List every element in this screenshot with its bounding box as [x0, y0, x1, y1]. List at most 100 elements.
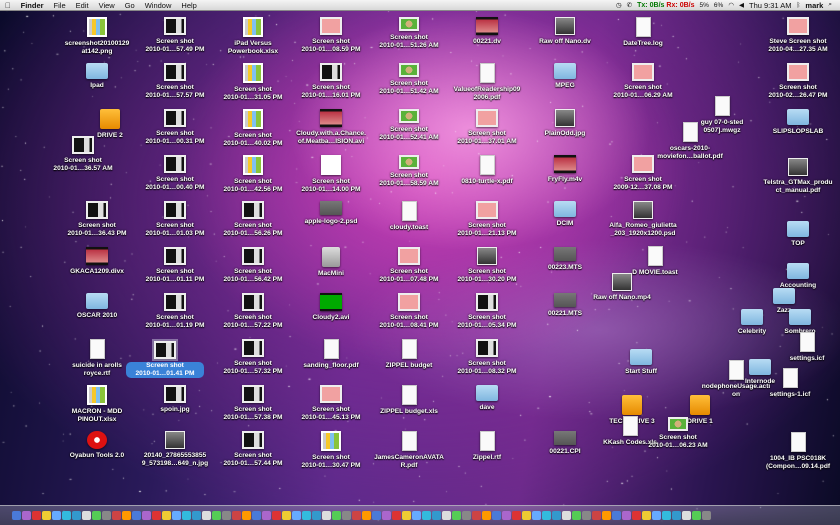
menu-window[interactable]: Window	[140, 1, 177, 10]
dock-app-icon[interactable]	[172, 511, 181, 520]
desktop-item[interactable]: DateTree.log	[604, 17, 682, 48]
desktop-item[interactable]: JamesCameronAVATA R.pdf	[370, 431, 448, 470]
dock-app-icon[interactable]	[622, 511, 631, 520]
dock-app-icon[interactable]	[322, 511, 331, 520]
dock-app-icon[interactable]	[422, 511, 431, 520]
dock-app-icon[interactable]	[222, 511, 231, 520]
desktop-item[interactable]: MACRON - MDD PINOUT.xlsx	[58, 385, 136, 424]
desktop-item[interactable]: Screen shot 2010-01…56.26 PM	[214, 201, 292, 238]
dock-app-icon[interactable]	[302, 511, 311, 520]
menu-file[interactable]: File	[49, 1, 71, 10]
desktop-item[interactable]: Screen shot 2010-01…45.13 PM	[292, 385, 370, 422]
desktop-item[interactable]: Alfa_Romeo_giulietta _203_1920x1200.psd	[604, 201, 682, 238]
desktop-item[interactable]: 20140_27865553855 9_573198…649_n.jpg	[136, 431, 214, 468]
desktop-item[interactable]: Zippel.rtf	[448, 431, 526, 462]
desktop-item[interactable]: Accounting	[759, 263, 837, 290]
dock-app-icon[interactable]	[62, 511, 71, 520]
dock-app-icon[interactable]	[92, 511, 101, 520]
dock-app-icon[interactable]	[52, 511, 61, 520]
dock-app-icon[interactable]	[612, 511, 621, 520]
desktop-item[interactable]: Screen shot 2010-01…31.05 PM	[214, 63, 292, 102]
desktop-item[interactable]: Screen shot 2010-01…37.01 AM	[448, 109, 526, 146]
desktop-item[interactable]: Screen shot 2010-01…56.42 PM	[214, 247, 292, 284]
dock-app-icon[interactable]	[142, 511, 151, 520]
desktop-item[interactable]: Screen shot 2010-01…01.11 PM	[136, 247, 214, 284]
menu-view[interactable]: View	[94, 1, 120, 10]
desktop-item[interactable]: Raw off Nano.dv	[526, 17, 604, 46]
desktop-item[interactable]: Screen shot 2010-01…57.57 PM	[136, 63, 214, 100]
desktop-item[interactable]: ZIPPEL budget.xls	[370, 385, 448, 416]
dock-app-icon[interactable]	[572, 511, 581, 520]
desktop-item[interactable]: settings-1.icf	[751, 368, 829, 399]
desktop-item[interactable]: Screen shot 2010-01…36.43 PM	[58, 201, 136, 238]
desktop-item[interactable]: Screen shot 2010-01…05.34 PM	[448, 293, 526, 330]
dock-app-icon[interactable]	[152, 511, 161, 520]
dock-app-icon[interactable]	[662, 511, 671, 520]
desktop-item[interactable]: Screen shot 2010-01…01.19 PM	[136, 293, 214, 330]
dock-app-icon[interactable]	[212, 511, 221, 520]
bluetooth-icon[interactable]: ᛒ	[797, 2, 801, 9]
dock-app-icon[interactable]	[182, 511, 191, 520]
desktop-item[interactable]: Screen shot 2010-01…06.29 AM	[604, 63, 682, 100]
dock-app-icon[interactable]	[562, 511, 571, 520]
desktop-item[interactable]: Screen shot 2010-01…57.32 PM	[214, 339, 292, 376]
dock-app-icon[interactable]	[462, 511, 471, 520]
dock-app-icon[interactable]	[532, 511, 541, 520]
menu-help[interactable]: Help	[176, 1, 201, 10]
dock-app-icon[interactable]	[292, 511, 301, 520]
user-menu[interactable]: mark	[805, 1, 823, 10]
phone-icon[interactable]: ✆	[627, 1, 632, 9]
desktop-item[interactable]: Screen shot 2010-01…30.20 PM	[448, 247, 526, 284]
wifi-icon[interactable]: ◠	[728, 1, 734, 9]
dock-app-icon[interactable]	[642, 511, 651, 520]
dock-app-icon[interactable]	[682, 511, 691, 520]
volume-icon[interactable]: ◀	[739, 1, 744, 9]
dock-app-icon[interactable]	[412, 511, 421, 520]
desktop-item[interactable]: Screen shot 2010-01…21.13 PM	[448, 201, 526, 238]
desktop-item[interactable]: Start Stuff	[602, 349, 680, 376]
dock-app-icon[interactable]	[132, 511, 141, 520]
menu-edit[interactable]: Edit	[71, 1, 94, 10]
dock-app-icon[interactable]	[282, 511, 291, 520]
dock-app-icon[interactable]	[352, 511, 361, 520]
dock-app-icon[interactable]	[502, 511, 511, 520]
desktop-item[interactable]: Cloudy2.avi	[292, 293, 370, 322]
clock[interactable]: Thu 9:31 AM	[749, 1, 792, 10]
desktop-item[interactable]: OSCAR 2010	[58, 293, 136, 320]
desktop-item[interactable]: Screen shot 2010-01…57.49 PM	[136, 17, 214, 54]
dock-app-icon[interactable]	[272, 511, 281, 520]
dock-app-icon[interactable]	[542, 511, 551, 520]
dock-app-icon[interactable]	[202, 511, 211, 520]
desktop-item[interactable]: dave	[448, 385, 526, 412]
dock-app-icon[interactable]	[72, 511, 81, 520]
dock-app-icon[interactable]	[492, 511, 501, 520]
dock-app-icon[interactable]	[122, 511, 131, 520]
dock-app-icon[interactable]	[672, 511, 681, 520]
desktop-item[interactable]: FryFly.m4v	[526, 155, 604, 184]
dock-app-icon[interactable]	[332, 511, 341, 520]
desktop-item[interactable]: Screen shot 2010-01…30.47 PM	[292, 431, 370, 470]
desktop-item[interactable]: cloudy.toast	[370, 201, 448, 232]
spotlight-search-icon[interactable]: ⌕	[828, 1, 832, 9]
desktop-item[interactable]: suicide in arolls royce.rtf	[58, 339, 136, 378]
dock-app-icon[interactable]	[482, 511, 491, 520]
desktop-item[interactable]: oscars-2010- moviefon…ballot.pdf	[651, 122, 729, 161]
desktop-item[interactable]: Cloudy.with.a.Chance. of.Meatba…ISION.av…	[292, 109, 370, 146]
dock-app-icon[interactable]	[512, 511, 521, 520]
desktop-item[interactable]: Screen shot 2010-01…01.41 PM	[126, 339, 204, 378]
desktop-item[interactable]: Screen shot 2010-01…08.59 PM	[292, 17, 370, 54]
dock-app-icon[interactable]	[552, 511, 561, 520]
desktop-item[interactable]: Steve Screen shot 2010-04…27.35 AM	[759, 17, 837, 54]
dock-app-icon[interactable]	[632, 511, 641, 520]
dock-app-icon[interactable]	[602, 511, 611, 520]
desktop-item[interactable]: MPEG	[526, 63, 604, 90]
dock-app-icon[interactable]	[452, 511, 461, 520]
apple-menu-icon[interactable]: 	[0, 1, 16, 10]
desktop-item[interactable]: Raw off Nano.mp4	[583, 273, 661, 302]
desktop-item[interactable]: 1004_IB PSC018K (Compon…09.14.pdf	[759, 432, 837, 471]
dock-app-icon[interactable]	[372, 511, 381, 520]
desktop-item[interactable]: Screen shot 2010-01…08.41 PM	[370, 293, 448, 330]
status-clock-icon[interactable]: ◷	[616, 1, 622, 9]
desktop-item[interactable]: 00221.dv	[448, 17, 526, 46]
dock-app-icon[interactable]	[242, 511, 251, 520]
